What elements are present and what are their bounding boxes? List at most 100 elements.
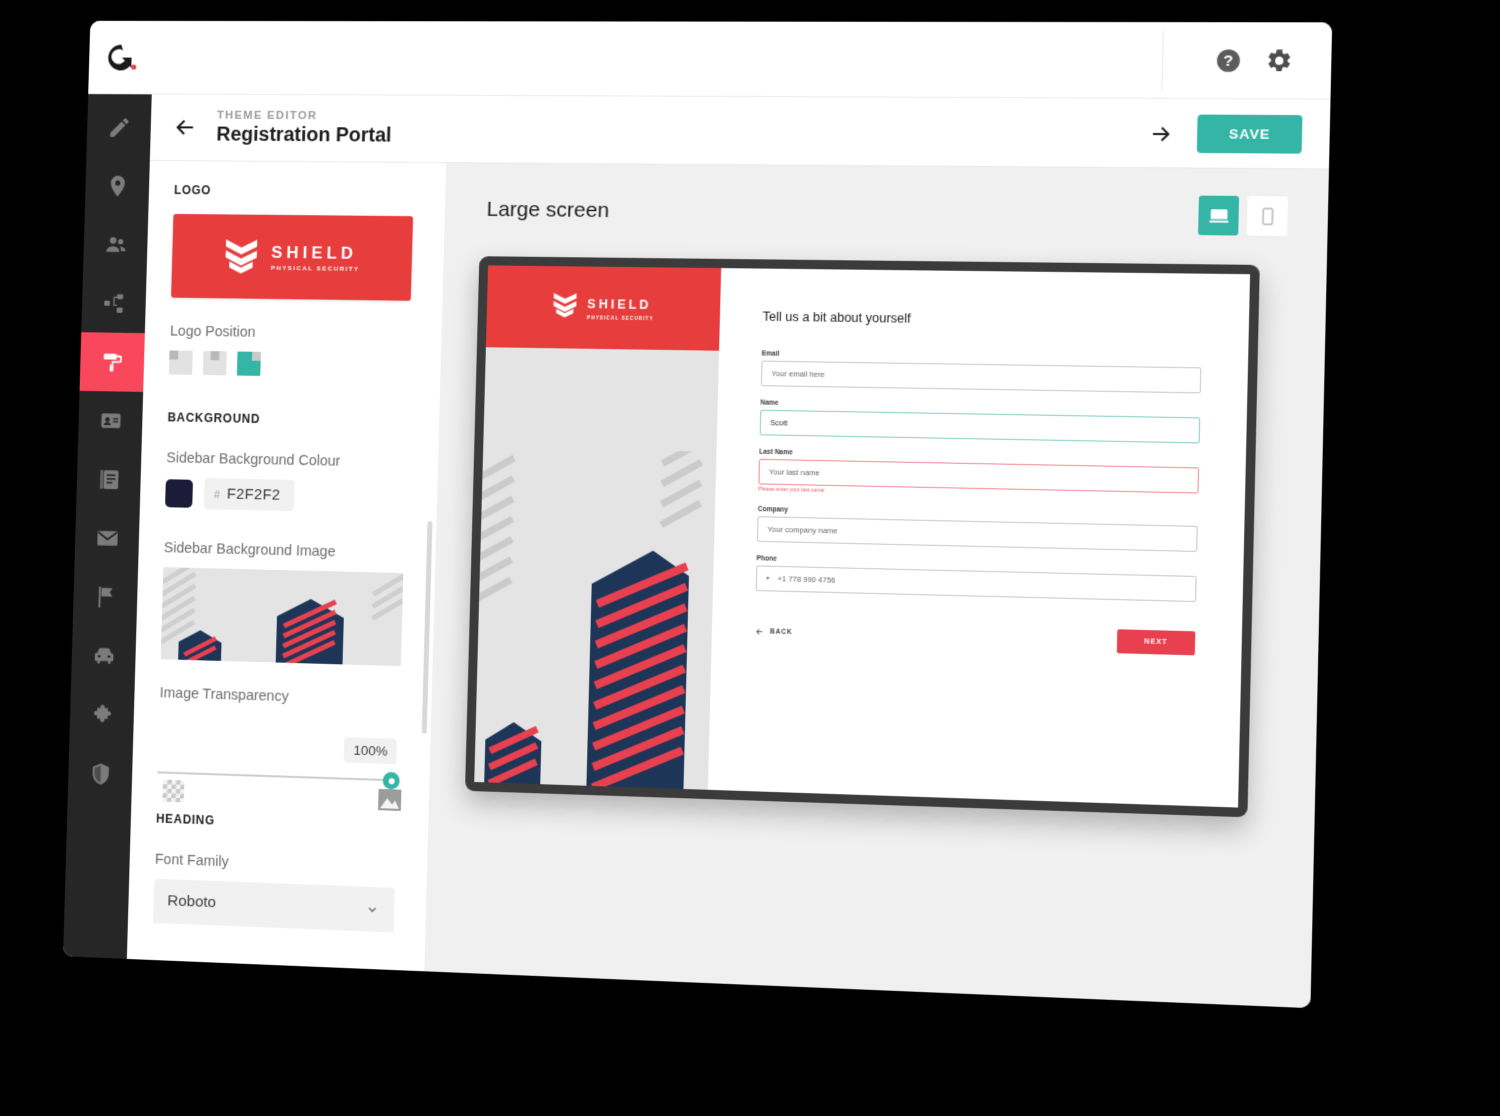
sidebar-image-thumbnail[interactable] <box>160 567 404 667</box>
font-family-value: Roboto <box>167 892 217 912</box>
form-heading: Tell us a bit about yourself <box>762 309 911 326</box>
preview-header: Large screen <box>444 163 1329 266</box>
transparency-group: Image Transparency 100% <box>156 685 406 816</box>
colour-swatch[interactable] <box>165 478 194 508</box>
device-screen: SHIELD PHYSICAL SECURITY Tell us a bit a… <box>474 265 1251 808</box>
form-actions: BACK NEXT <box>754 620 1196 656</box>
mobile-icon <box>1257 206 1278 226</box>
transparency-slider[interactable]: 100% <box>156 731 404 816</box>
org-chart-icon <box>103 294 123 313</box>
heading-section-title: HEADING <box>155 811 215 828</box>
sidebar-colour-group: Sidebar Background Colour # F2F2F2 <box>165 450 412 513</box>
screen-size-label: Large screen <box>486 197 610 223</box>
header-actions: SAVE <box>1148 99 1303 170</box>
logo-position-label: Logo Position <box>169 323 256 341</box>
logo-position-left-option[interactable] <box>168 350 193 375</box>
sidebar-item-documents[interactable] <box>76 450 141 510</box>
arrow-left-icon[interactable] <box>172 114 198 140</box>
sidebar-item-structure[interactable] <box>81 274 146 334</box>
preview-form: Tell us a bit about yourself Email Your … <box>708 268 1250 807</box>
background-section-title: BACKGROUND <box>167 410 261 427</box>
app-window: ? THEME EDITOR Registration Portal SAVE … <box>63 20 1333 1009</box>
sidebar-item-integrations[interactable] <box>69 685 134 746</box>
chevron-down-icon <box>364 901 380 918</box>
sidebar-item-badges[interactable] <box>78 391 143 451</box>
preview-shield-chevron-icon <box>552 291 579 324</box>
font-family-group: Font Family Roboto <box>153 852 401 933</box>
id-badge-icon <box>100 413 121 429</box>
name-value: Scott <box>770 418 788 428</box>
back-label: BACK <box>769 628 793 637</box>
header-titles: THEME EDITOR Registration Portal <box>216 109 392 147</box>
sidebar-item-security[interactable] <box>68 743 133 804</box>
name-field[interactable]: Scott <box>759 409 1201 444</box>
flag-icon <box>98 586 113 608</box>
sidebar-item-people[interactable] <box>83 215 148 274</box>
logo-tagline: PHYSICAL SECURITY <box>270 264 360 273</box>
preview-area: Large screen SHIELD PHYSICAL SECURITY Te… <box>424 163 1329 1009</box>
sidebar-image-label: Sidebar Background Image <box>163 540 336 561</box>
back-link[interactable]: BACK <box>755 627 793 637</box>
brand-actions: ? <box>1214 22 1294 99</box>
phone-value: +1 778 990 4756 <box>777 574 836 585</box>
heading-section: HEADING <box>156 811 403 834</box>
people-icon <box>105 237 126 253</box>
country-code-chevron-down-icon[interactable]: ▾ <box>766 575 769 582</box>
transparency-value: 100% <box>344 737 397 765</box>
background-section: BACKGROUND <box>167 410 413 429</box>
breadcrumb-kicker: THEME EDITOR <box>216 109 318 122</box>
brand-bar: ? <box>88 20 1333 100</box>
car-icon <box>94 647 114 665</box>
settings-panel: LOGO SHIELD PHYSICAL SECURITY Logo Posit… <box>126 160 447 972</box>
sidebar-item-mail[interactable] <box>74 508 139 568</box>
email-value: Your email here <box>771 368 825 380</box>
app-logo[interactable] <box>88 21 154 94</box>
next-button[interactable]: NEXT <box>1116 629 1196 656</box>
location-pin-icon <box>110 176 125 198</box>
logo-position-right-option[interactable] <box>236 351 261 376</box>
preview-logo-tagline: PHYSICAL SECURITY <box>586 315 654 322</box>
slider-track[interactable] <box>157 771 394 781</box>
form-field-last-name: Last Name Your last name Please enter yo… <box>758 449 1200 502</box>
pencil-icon <box>110 118 129 138</box>
gear-icon[interactable] <box>1265 47 1293 74</box>
arrow-right-icon[interactable] <box>1149 121 1175 146</box>
sidebar-item-locations[interactable] <box>85 157 150 216</box>
font-family-label: Font Family <box>154 851 229 871</box>
logo-section-title: LOGO <box>173 183 212 198</box>
brandbar-divider <box>1161 30 1164 91</box>
hex-input[interactable]: # F2F2F2 <box>203 478 295 512</box>
form-field-company: Company Your company name <box>756 506 1198 552</box>
desktop-icon <box>1208 208 1229 222</box>
sidebar-item-flags[interactable] <box>73 567 138 628</box>
mail-icon <box>95 526 120 546</box>
help-icon[interactable]: ? <box>1214 47 1242 74</box>
sidebar-image-group: Sidebar Background Image <box>160 540 410 667</box>
preview-logo-band: SHIELD PHYSICAL SECURITY <box>485 265 722 351</box>
form-field-name: Name Scott <box>759 399 1201 444</box>
device-preview-frame: SHIELD PHYSICAL SECURITY Tell us a bit a… <box>465 256 1260 818</box>
transparency-label: Image Transparency <box>159 685 289 706</box>
puzzle-icon <box>93 704 111 723</box>
save-button[interactable]: SAVE <box>1196 114 1303 154</box>
logo-position-center-option[interactable] <box>202 350 227 376</box>
form-field-phone: Phone ▾ +1 778 990 4756 <box>755 555 1197 603</box>
desktop-view-button[interactable] <box>1198 195 1240 236</box>
city-illustration-thumb <box>160 567 404 667</box>
mobile-view-button[interactable] <box>1246 196 1288 236</box>
company-field[interactable]: Your company name <box>756 516 1198 552</box>
screenshot-stage: ? THEME EDITOR Registration Portal SAVE … <box>0 0 1500 1116</box>
hex-hash: # <box>213 489 221 502</box>
font-family-select[interactable]: Roboto <box>153 878 395 933</box>
last-name-value: Your last name <box>768 467 820 478</box>
editor-header: THEME EDITOR Registration Portal SAVE <box>149 94 1331 170</box>
email-field[interactable]: Your email here <box>760 360 1202 394</box>
sidebar-item-vehicles[interactable] <box>71 626 136 687</box>
sidebar-item-theme-editor[interactable] <box>79 332 145 392</box>
slider-handle[interactable] <box>382 771 400 790</box>
sidebar-item-edit[interactable] <box>86 98 151 157</box>
preview-sidebar: SHIELD PHYSICAL SECURITY <box>474 265 722 790</box>
page-title: Registration Portal <box>216 123 392 147</box>
arrow-left-icon <box>756 628 763 635</box>
logo-preview[interactable]: SHIELD PHYSICAL SECURITY <box>171 213 414 301</box>
